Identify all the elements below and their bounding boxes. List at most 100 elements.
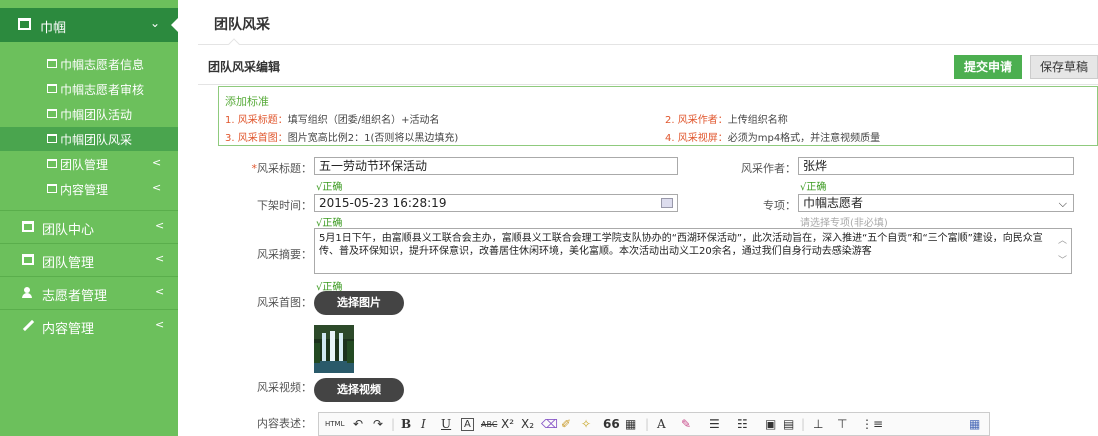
monitor-icon	[47, 134, 57, 143]
topic-select[interactable]: 巾帼志愿者 ⌵	[798, 194, 1074, 212]
standard-item: 1. 风采标题：填写组织（团委/组织名）+活动名	[225, 111, 439, 126]
blockquote-icon[interactable]: 66	[603, 417, 620, 431]
select-video-button[interactable]: 选择视频	[314, 378, 404, 402]
redo-icon[interactable]: ↷	[373, 417, 383, 431]
sidebar-subitem-label: 巾帼团队风采	[60, 133, 133, 147]
standard-key: 3. 风采首图：	[225, 133, 288, 144]
row-spacing-bottom-icon[interactable]: ⊤	[837, 417, 847, 431]
sidebar-subitem-content-manage[interactable]: 内容管理 <	[0, 177, 178, 201]
line-height-icon[interactable]: ⋮≡	[861, 417, 883, 431]
strikethrough-icon[interactable]: ABC	[481, 420, 497, 429]
title-ok: √正确	[316, 182, 343, 193]
bold-icon[interactable]: B	[401, 417, 411, 431]
subscript-icon[interactable]: X₂	[521, 417, 534, 431]
submit-button[interactable]: 提交申请	[954, 55, 1022, 79]
font-border-icon[interactable]: A	[461, 418, 474, 431]
select-image-button[interactable]: 选择图片	[314, 291, 404, 315]
divider	[198, 44, 1098, 45]
chevron-down-icon: ⌄	[150, 16, 161, 30]
title-input[interactable]: 五一劳动节环保活动	[314, 157, 678, 175]
sidebar-item-content-manage[interactable]: 内容管理 <	[0, 309, 178, 341]
scroll-down-icon[interactable]: ﹀	[1058, 255, 1067, 268]
section-title: 团队风采编辑	[208, 60, 281, 74]
row-spacing-top-icon[interactable]: ⊥	[813, 417, 823, 431]
sidebar-item-team-center[interactable]: 团队中心 <	[0, 210, 178, 242]
chevron-left-icon: <	[155, 219, 165, 232]
standard-item: 4. 风采视屏：必须为mp4格式，并注意视频质量	[665, 129, 880, 144]
offline-label: 下架时间：	[257, 199, 312, 212]
chevron-down-icon: ⌵	[1058, 197, 1067, 210]
toolbar-separator: |	[801, 417, 806, 431]
chevron-left-icon: <	[152, 156, 162, 169]
paste-text-icon[interactable]: ▦	[625, 417, 636, 431]
standard-key: 1. 风采标题：	[225, 115, 288, 126]
save-draft-button[interactable]: 保存草稿	[1030, 55, 1098, 79]
undo-icon[interactable]: ↶	[353, 417, 363, 431]
sidebar-item-jinguo[interactable]: 巾帼 ⌄	[0, 8, 179, 42]
sidebar-item-label: 志愿者管理	[42, 289, 108, 304]
page-title: 团队风采	[214, 17, 270, 33]
underline-icon[interactable]: U	[441, 417, 451, 431]
author-input[interactable]: 张烨	[798, 157, 1074, 175]
standard-text: 填写组织（团委/组织名）+活动名	[287, 115, 440, 126]
user-icon	[22, 287, 32, 299]
sidebar-item-label: 内容管理	[42, 322, 95, 337]
sidebar-subitem-team-manage[interactable]: 团队管理 <	[0, 152, 178, 176]
cover-thumbnail	[314, 325, 354, 373]
standard-text: 图片宽高比例2：1(否则将以黑边填充)	[287, 133, 459, 144]
toolbar-separator: |	[645, 417, 650, 431]
sidebar-subitem-team-style[interactable]: 巾帼团队风采	[0, 127, 178, 151]
monitor-icon	[47, 184, 57, 193]
sidebar-item-team-manage[interactable]: 团队管理 <	[0, 243, 178, 275]
chevron-left-icon: <	[155, 318, 165, 331]
italic-icon[interactable]: I	[421, 417, 426, 431]
divider	[198, 84, 1098, 85]
sidebar-item-label: 巾帼	[40, 21, 67, 36]
fullscreen-icon[interactable]: ▦	[969, 417, 980, 431]
summary-textarea[interactable]: 5月1日下午，由富顺县义工联合会主办，富顺县义工联合会理工学院支队协办的“西湖环…	[314, 228, 1072, 274]
sidebar-subitem-label: 团队管理	[60, 158, 109, 172]
auto-format-icon[interactable]: ✧	[581, 417, 591, 431]
font-color-icon[interactable]: A	[657, 417, 666, 431]
monitor-icon	[22, 254, 34, 265]
author-ok: √正确	[800, 182, 827, 193]
unordered-list-icon[interactable]: ☷	[737, 417, 748, 431]
scroll-up-icon[interactable]: ︿	[1058, 235, 1067, 248]
monitor-icon	[47, 59, 57, 68]
waterfall-image	[314, 325, 354, 373]
highlight-icon[interactable]: ✎	[681, 417, 691, 431]
calendar-icon[interactable]	[661, 198, 673, 208]
superscript-icon[interactable]: X²	[501, 417, 514, 431]
title-label-text: 风采标题：	[257, 162, 312, 175]
standard-key: 2. 风采作者：	[665, 115, 728, 126]
ordered-list-icon[interactable]: ☰	[709, 417, 720, 431]
sidebar-subitem-team-activity[interactable]: 巾帼团队活动	[0, 102, 178, 126]
editor-toolbar: HTML ↶ ↷ | B I U A ABC X² X₂ ⌫ ✐ ✧ 66 ▦ …	[318, 412, 990, 436]
video-label: 风采视频：	[257, 381, 312, 394]
monitor-icon	[47, 84, 57, 93]
standard-item: 2. 风采作者：上传组织名称	[665, 111, 788, 126]
offline-time-input[interactable]: 2015-05-23 16:28:19	[314, 194, 678, 212]
toolbar-separator: |	[391, 417, 396, 431]
standard-item: 3. 风采首图：图片宽高比例2：1(否则将以黑边填充)	[225, 129, 458, 144]
standards-title: 添加标准	[225, 95, 269, 108]
sidebar-subitem-volunteer-info[interactable]: 巾帼志愿者信息	[0, 52, 178, 76]
eraser-icon[interactable]: ⌫	[541, 417, 558, 431]
chevron-left-icon: <	[155, 252, 165, 265]
standard-text: 必须为mp4格式，并注意视频质量	[727, 133, 881, 144]
chevron-left-icon: <	[152, 181, 162, 194]
offline-ok: √正确	[316, 218, 343, 229]
html-source-button[interactable]: HTML	[325, 420, 344, 428]
active-indicator	[171, 17, 179, 33]
divider-notch	[228, 38, 240, 50]
clear-doc-icon[interactable]: ▤	[783, 417, 794, 431]
sidebar-subitem-volunteer-review[interactable]: 巾帼志愿者审核	[0, 77, 178, 101]
topic-hint: 请选择专项(非必填)	[800, 218, 888, 229]
title-label: *风采标题：	[250, 160, 313, 176]
format-brush-icon[interactable]: ✐	[561, 417, 571, 431]
sidebar: 巾帼 ⌄ 巾帼志愿者信息 巾帼志愿者审核 巾帼团队活动 巾帼团队风采 团队管理 …	[0, 0, 179, 436]
sidebar-subitem-label: 巾帼志愿者信息	[60, 58, 145, 72]
sidebar-item-volunteer-manage[interactable]: 志愿者管理 <	[0, 276, 178, 308]
standard-text: 上传组织名称	[727, 115, 788, 126]
select-all-icon[interactable]: ▣	[765, 417, 776, 431]
